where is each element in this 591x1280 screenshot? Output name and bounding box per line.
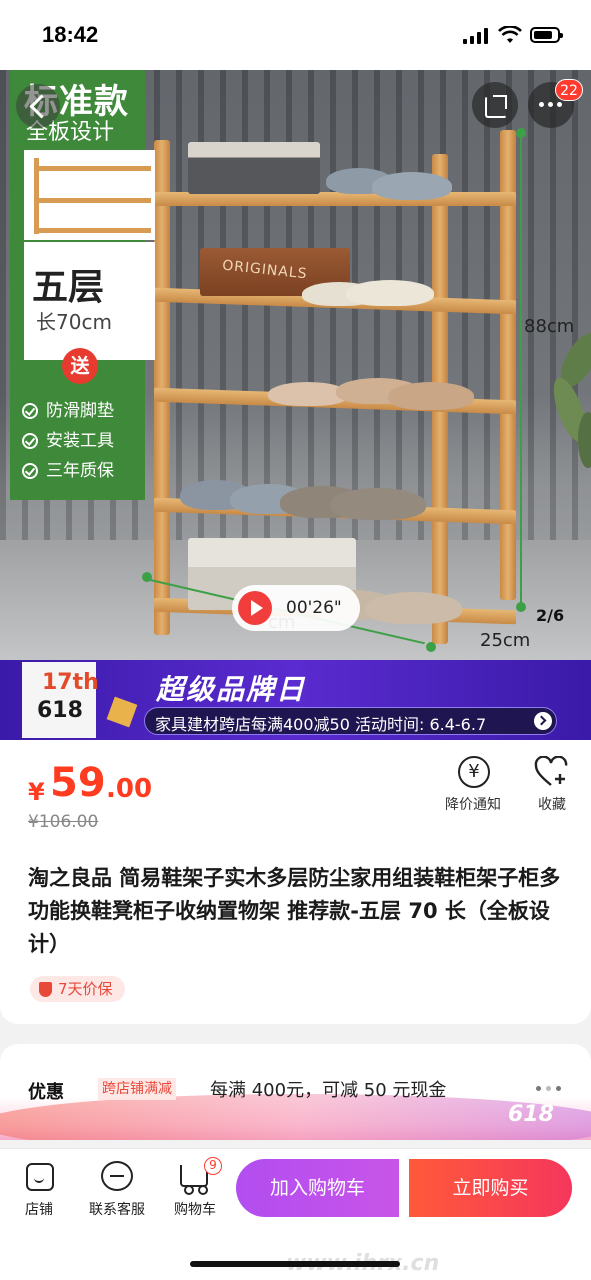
price-integer: 59 <box>50 760 106 806</box>
gift-item: 防滑脚垫 <box>20 396 145 426</box>
layers-label: 五层 <box>32 267 105 308</box>
bottom-action-bar: 店铺 联系客服 9 购物车 加入购物车 立即购买 www.ihrx.cn <box>0 1148 591 1280</box>
wifi-icon <box>498 26 522 43</box>
check-icon <box>22 463 38 479</box>
offer-text: 每满 400元，可减 50 元现金 <box>210 1080 447 1101</box>
price-drop-notify-button[interactable]: ¥ 降价通知 <box>440 752 506 813</box>
back-arrow-icon[interactable] <box>16 84 60 128</box>
store-tab[interactable]: 店铺 <box>4 1159 74 1223</box>
banner-promo-text: 家具建材跨店每满400减50 活动时间: 6.4-6.7 <box>155 715 487 734</box>
price-decimal: .00 <box>106 774 153 804</box>
status-bar: 18:42 <box>0 0 591 70</box>
image-page-indicator: 2/6 <box>536 606 565 625</box>
gift-cube-icon <box>106 696 138 728</box>
price-card: ¥ 59 .00 ¥106.00 ¥ 降价通知 收藏 淘之良品 简易鞋架子实木多… <box>0 740 591 1024</box>
event-badge: 17th 618 <box>22 662 99 738</box>
favorite-label: 收藏 <box>538 797 566 813</box>
gift-list: 防滑脚垫 安装工具 三年质保 <box>20 396 145 486</box>
depth-dimension-label: 25cm <box>480 630 531 651</box>
cart-label: 购物车 <box>174 1202 216 1218</box>
length-label: 长70cm <box>36 310 112 334</box>
share-icon[interactable] <box>472 82 518 128</box>
customer-service-label: 联系客服 <box>89 1202 145 1218</box>
favorite-button[interactable]: 收藏 <box>524 752 580 813</box>
video-duration: 00'26" <box>286 598 342 618</box>
offer-tag: 跨店铺满减 <box>98 1078 176 1100</box>
more-dots-icon <box>536 1086 576 1092</box>
notification-badge: 22 <box>555 79 583 101</box>
banner-promo-pill[interactable]: 家具建材跨店每满400减50 活动时间: 6.4-6.7 <box>144 707 557 735</box>
offer-618-badge: 618 <box>508 1102 554 1127</box>
product-title: 淘之良品 简易鞋架子实木多层防尘家用组装鞋柜架子柜多功能换鞋凳柜子收纳置物架 推… <box>28 866 561 956</box>
promo-banner[interactable]: 17th 618 超级品牌日 家具建材跨店每满400减50 活动时间: 6.4-… <box>0 660 591 740</box>
buy-now-button[interactable]: 立即购买 <box>409 1159 572 1217</box>
gift-badge: 送 <box>62 348 98 384</box>
price-guarantee-badge[interactable]: 7天价保 <box>30 976 125 1002</box>
product-image-carousel[interactable]: ORIGINALS 88cm 25cm cm 标准款 全板设计 五层 <box>0 70 591 660</box>
chat-icon <box>101 1161 133 1191</box>
chevron-right-icon <box>534 712 552 730</box>
check-icon <box>22 403 38 419</box>
cart-tab[interactable]: 9 购物车 <box>160 1157 230 1223</box>
original-price: ¥106.00 <box>28 812 99 832</box>
add-to-cart-button[interactable]: 加入购物车 <box>236 1159 399 1217</box>
home-indicator[interactable] <box>190 1261 400 1267</box>
play-icon <box>238 591 272 625</box>
gift-item: 三年质保 <box>20 456 145 486</box>
status-time: 18:42 <box>42 22 99 47</box>
shoe-rack-image: ORIGINALS <box>140 120 526 660</box>
battery-icon <box>530 27 563 43</box>
cart-count-badge: 9 <box>204 1157 222 1175</box>
shield-icon <box>39 982 52 997</box>
price-currency: ¥ <box>28 778 45 806</box>
price-alert-icon: ¥ <box>458 756 490 788</box>
plant-decoration <box>553 333 591 468</box>
signal-icon <box>463 28 489 44</box>
store-label: 店铺 <box>25 1202 53 1218</box>
offer-label: 优惠 <box>28 1082 64 1103</box>
customer-service-tab[interactable]: 联系客服 <box>82 1159 152 1223</box>
check-icon <box>22 433 38 449</box>
banner-title: 超级品牌日 <box>156 673 307 706</box>
offer-card[interactable]: 优惠 跨店铺满减 每满 400元，可减 50 元现金 618 <box>0 1044 591 1140</box>
height-dimension-label: 88cm <box>524 316 575 337</box>
store-icon <box>26 1163 54 1191</box>
heart-icon <box>534 756 568 786</box>
promo-panel: 标准款 全板设计 五层 长70cm 送 防滑脚垫 安装工具 三年质保 <box>10 70 155 500</box>
box-label: ORIGINALS <box>221 257 309 283</box>
video-play-button[interactable]: 00'26" <box>232 585 360 631</box>
rack-thumbnail <box>24 150 155 240</box>
gift-item: 安装工具 <box>20 426 145 456</box>
notify-label: 降价通知 <box>445 797 501 813</box>
